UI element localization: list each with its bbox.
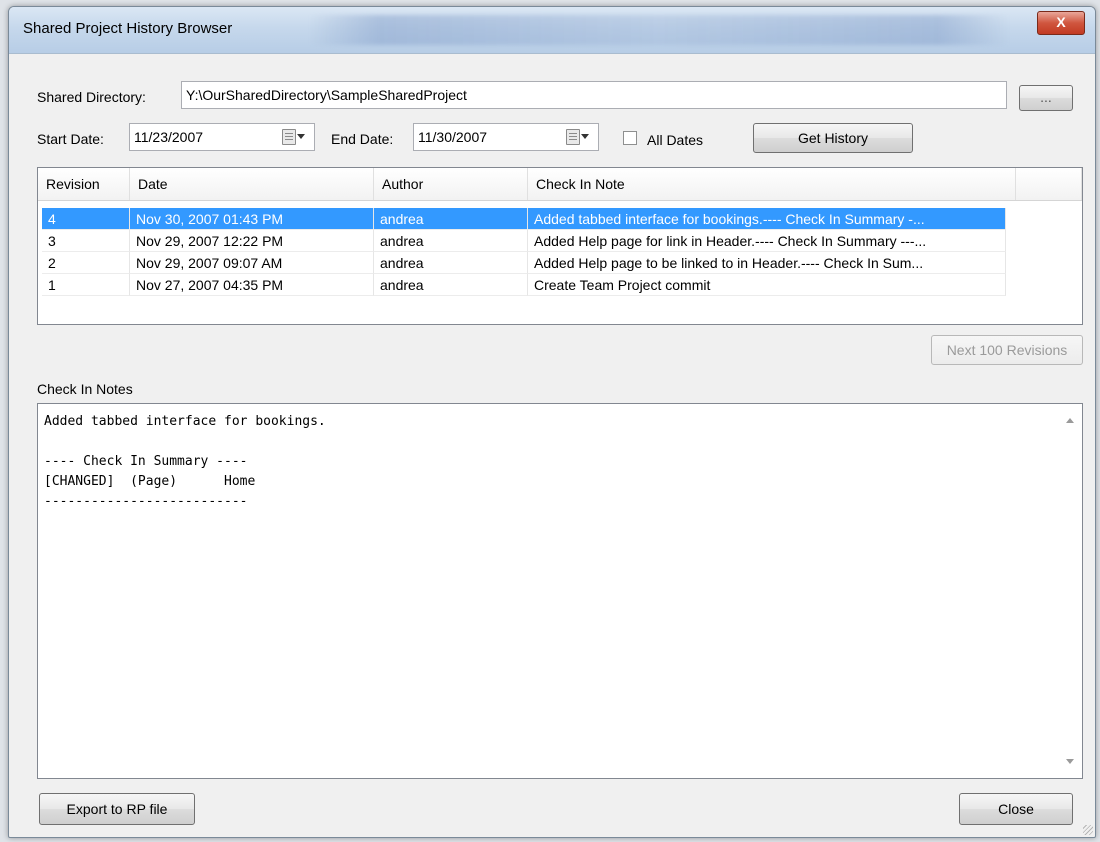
cell-note: Added tabbed interface for bookings.----…	[528, 208, 1006, 230]
history-table[interactable]: Revision Date Author Check In Note 4 Nov…	[37, 167, 1083, 325]
all-dates-label[interactable]: All Dates	[647, 132, 703, 148]
cell-date: Nov 27, 2007 04:35 PM	[130, 274, 374, 296]
cell-date: Nov 29, 2007 12:22 PM	[130, 230, 374, 252]
close-button[interactable]: Close	[959, 793, 1073, 825]
resize-grip-icon[interactable]	[1083, 825, 1093, 835]
cell-date: Nov 30, 2007 01:43 PM	[130, 208, 374, 230]
window-close-button[interactable]: X	[1037, 11, 1085, 35]
start-date-label: Start Date:	[37, 131, 104, 147]
column-header-date[interactable]: Date	[130, 168, 374, 200]
cell-note: Create Team Project commit	[528, 274, 1006, 296]
end-date-value: 11/30/2007	[418, 129, 488, 145]
column-header-revision[interactable]: Revision	[38, 168, 130, 200]
check-in-notes-textarea[interactable]: Added tabbed interface for bookings. ---…	[37, 403, 1083, 779]
table-row[interactable]: 2 Nov 29, 2007 09:07 AM andrea Added Hel…	[38, 252, 1082, 274]
window-title: Shared Project History Browser	[23, 20, 233, 37]
calendar-icon	[566, 129, 580, 145]
check-in-notes-label: Check In Notes	[37, 381, 133, 397]
export-to-rp-file-button[interactable]: Export to RP file	[39, 793, 195, 825]
title-bar-background	[309, 15, 1009, 45]
chevron-down-icon	[581, 134, 589, 139]
scroll-down-arrow-icon[interactable]	[1066, 759, 1074, 764]
cell-revision: 2	[42, 252, 130, 274]
end-date-label: End Date:	[331, 131, 394, 147]
history-browser-window: Shared Project History Browser X Shared …	[8, 6, 1096, 838]
close-icon: X	[1056, 14, 1066, 30]
cell-revision: 1	[42, 274, 130, 296]
start-date-picker[interactable]: 11/23/2007	[129, 123, 315, 151]
start-date-value: 11/23/2007	[134, 129, 204, 145]
calendar-icon	[282, 129, 296, 145]
all-dates-checkbox[interactable]	[623, 131, 637, 145]
column-header-check-in-note[interactable]: Check In Note	[528, 168, 1016, 200]
shared-directory-input[interactable]: Y:\OurSharedDirectory\SampleSharedProjec…	[181, 81, 1007, 109]
check-in-notes-text: Added tabbed interface for bookings. ---…	[44, 414, 326, 509]
cell-author: andrea	[374, 252, 528, 274]
cell-note: Added Help page to be linked to in Heade…	[528, 252, 1006, 274]
cell-revision: 4	[42, 208, 130, 230]
chevron-down-icon	[297, 134, 305, 139]
scroll-up-arrow-icon[interactable]	[1066, 418, 1074, 423]
next-100-revisions-button[interactable]: Next 100 Revisions	[931, 335, 1083, 365]
dialog-content: Shared Directory: Y:\OurSharedDirectory\…	[19, 55, 1085, 829]
shared-directory-label: Shared Directory:	[37, 89, 146, 105]
table-row[interactable]: 3 Nov 29, 2007 12:22 PM andrea Added Hel…	[38, 230, 1082, 252]
cell-date: Nov 29, 2007 09:07 AM	[130, 252, 374, 274]
title-bar[interactable]: Shared Project History Browser X	[9, 7, 1095, 54]
cell-author: andrea	[374, 208, 528, 230]
start-date-dropdown[interactable]	[280, 126, 306, 148]
end-date-dropdown[interactable]	[564, 126, 590, 148]
column-header-filler	[1016, 168, 1082, 200]
get-history-button[interactable]: Get History	[753, 123, 913, 153]
cell-author: andrea	[374, 230, 528, 252]
browse-button[interactable]: ...	[1019, 85, 1073, 111]
cell-author: andrea	[374, 274, 528, 296]
cell-revision: 3	[42, 230, 130, 252]
end-date-picker[interactable]: 11/30/2007	[413, 123, 599, 151]
table-row[interactable]: 4 Nov 30, 2007 01:43 PM andrea Added tab…	[38, 208, 1082, 230]
history-table-header: Revision Date Author Check In Note	[38, 168, 1082, 201]
table-row[interactable]: 1 Nov 27, 2007 04:35 PM andrea Create Te…	[38, 274, 1082, 296]
column-header-author[interactable]: Author	[374, 168, 528, 200]
cell-note: Added Help page for link in Header.---- …	[528, 230, 1006, 252]
